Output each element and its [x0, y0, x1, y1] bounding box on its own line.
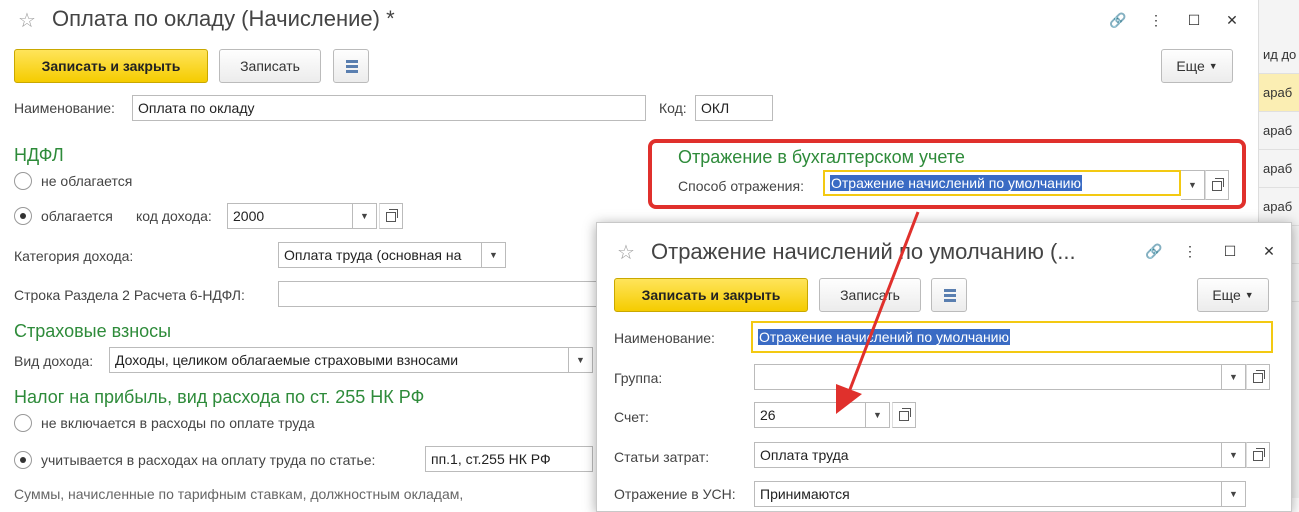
annotation-arrow	[836, 211, 920, 414]
annotation-arrow-line	[847, 211, 920, 393]
